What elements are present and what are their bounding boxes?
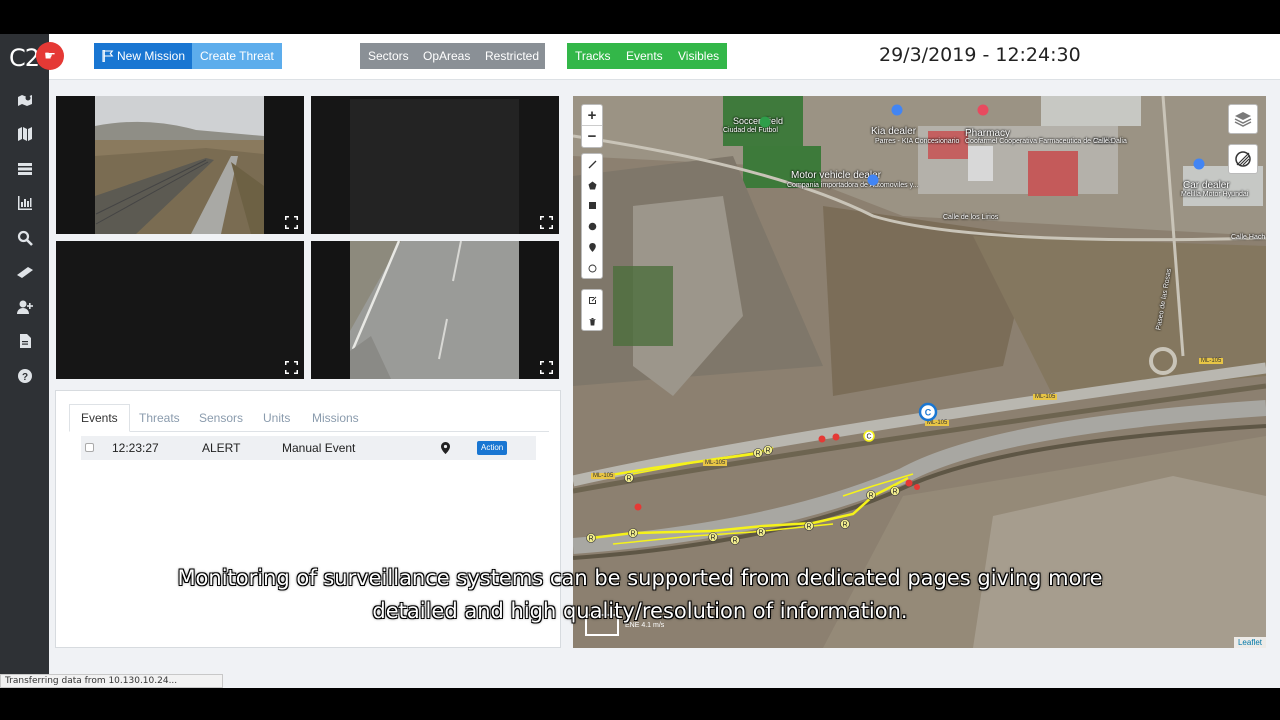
caption-line-2: detailed and high quality/resolution of … xyxy=(372,599,908,623)
sensor-coverage-control[interactable] xyxy=(1228,144,1258,174)
restricted-button[interactable]: Restricted xyxy=(477,43,545,69)
ruler-icon[interactable] xyxy=(14,262,36,282)
document-icon[interactable] xyxy=(14,331,36,351)
tracks-button[interactable]: Tracks xyxy=(567,43,619,69)
search-icon[interactable] xyxy=(14,228,36,248)
camera-feed-3[interactable] xyxy=(56,241,304,379)
fullscreen-icon[interactable] xyxy=(540,216,553,229)
svg-text:R: R xyxy=(765,448,770,455)
svg-text:R: R xyxy=(588,536,593,543)
camera-feed-1[interactable] xyxy=(56,96,304,234)
camera-feed-2[interactable] xyxy=(311,96,559,234)
draw-rectangle-icon[interactable] xyxy=(582,196,602,217)
events-tabs: Events Threats Sensors Units Missions xyxy=(69,404,549,432)
edit-layers-icon[interactable] xyxy=(582,290,602,311)
draw-polygon-icon[interactable] xyxy=(582,175,602,196)
location-pin-icon[interactable] xyxy=(441,442,450,454)
svg-text:R: R xyxy=(806,524,811,531)
svg-text:R: R xyxy=(758,530,763,537)
caption-line-1: Monitoring of surveillance systems can b… xyxy=(177,566,1103,590)
layers-control[interactable] xyxy=(1228,104,1258,134)
svg-text:C: C xyxy=(866,434,871,441)
tab-units[interactable]: Units xyxy=(252,404,301,432)
opareas-button[interactable]: OpAreas xyxy=(415,43,479,69)
edit-toolbar xyxy=(581,289,603,331)
flag-icon xyxy=(102,50,114,62)
zoom-in-button[interactable]: + xyxy=(582,105,602,126)
svg-text:R: R xyxy=(892,489,897,496)
event-type: ALERT xyxy=(202,441,241,455)
new-mission-label: New Mission xyxy=(117,49,186,63)
help-icon[interactable]: ? xyxy=(14,366,36,386)
tab-sensors[interactable]: Sensors xyxy=(188,404,254,432)
zoom-out-button[interactable]: − xyxy=(582,126,602,147)
list-icon[interactable] xyxy=(14,159,36,179)
camera-image-dark xyxy=(311,96,559,234)
event-action-button[interactable]: Action xyxy=(477,441,508,455)
sectors-button[interactable]: Sectors xyxy=(360,43,417,69)
video-caption: Monitoring of surveillance systems can b… xyxy=(0,562,1280,628)
radar-icon xyxy=(1235,151,1251,167)
camera-image-dark xyxy=(56,241,304,379)
svg-text:?: ? xyxy=(22,372,28,383)
draw-circle-marker-icon[interactable] xyxy=(582,258,602,279)
draw-marker-icon[interactable] xyxy=(582,237,602,258)
svg-text:R: R xyxy=(868,493,873,500)
camera-image-road-closeup xyxy=(311,241,559,379)
logo-text: C2 xyxy=(9,44,40,72)
browser-status-bar: Transferring data from 10.130.10.24... xyxy=(0,674,223,688)
event-time: 12:23:27 xyxy=(112,441,159,455)
svg-text:R: R xyxy=(630,531,635,538)
events-button[interactable]: Events xyxy=(618,43,671,69)
map-attribution[interactable]: Leaflet xyxy=(1233,637,1266,648)
layers-icon xyxy=(1234,112,1252,127)
camera-image-road-fence xyxy=(56,96,304,234)
visibles-button[interactable]: Visibles xyxy=(670,43,727,69)
fullscreen-icon[interactable] xyxy=(285,361,298,374)
zoom-control: + − xyxy=(581,104,603,148)
draw-line-icon[interactable] xyxy=(582,154,602,175)
svg-text:R: R xyxy=(842,522,847,529)
top-toolbar: New Mission Create Threat Sectors OpArea… xyxy=(49,34,1280,80)
camera-feed-4[interactable] xyxy=(311,241,559,379)
tab-threats[interactable]: Threats xyxy=(128,404,191,432)
app-logo[interactable]: C2 ☛ xyxy=(6,42,66,72)
create-threat-button[interactable]: Create Threat xyxy=(192,43,282,69)
tab-missions[interactable]: Missions xyxy=(301,404,370,432)
tab-events[interactable]: Events xyxy=(69,404,130,432)
chart-icon[interactable] xyxy=(14,193,36,213)
delete-layers-icon[interactable] xyxy=(582,311,602,332)
svg-text:C: C xyxy=(925,408,932,418)
svg-text:R: R xyxy=(626,476,631,483)
draw-toolbar xyxy=(581,153,603,279)
datetime-display: 29/3/2019 - 12:24:30 xyxy=(879,44,1081,66)
event-checkbox[interactable] xyxy=(85,443,94,452)
fullscreen-icon[interactable] xyxy=(285,216,298,229)
map-marker-icon[interactable] xyxy=(14,90,36,110)
svg-text:R: R xyxy=(755,451,760,458)
hand-pointer-icon: ☛ xyxy=(36,42,64,70)
map-icon[interactable] xyxy=(14,124,36,144)
draw-circle-icon[interactable] xyxy=(582,216,602,237)
svg-text:R: R xyxy=(732,538,737,545)
fullscreen-icon[interactable] xyxy=(540,361,553,374)
user-plus-icon[interactable] xyxy=(14,297,36,317)
event-description: Manual Event xyxy=(282,441,356,455)
svg-text:R: R xyxy=(710,535,715,542)
new-mission-button[interactable]: New Mission xyxy=(94,43,194,69)
event-row[interactable]: 12:23:27 ALERT Manual Event Action xyxy=(81,436,536,460)
